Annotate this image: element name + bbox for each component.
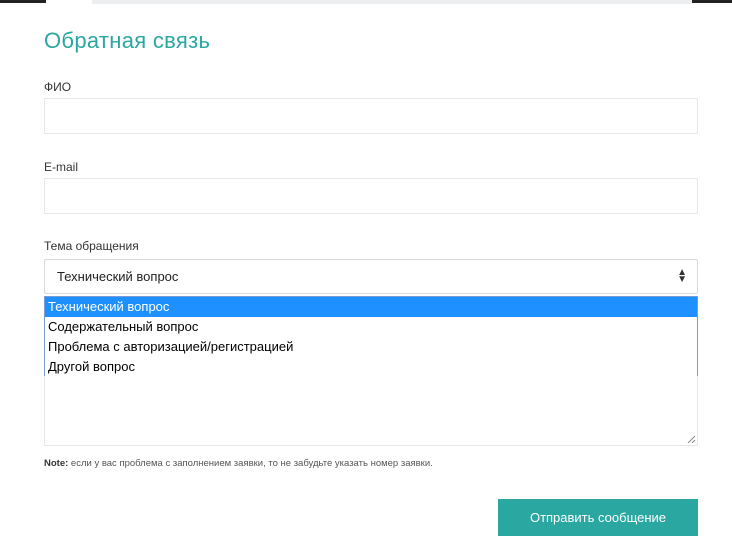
topic-dropdown-list: Технический вопрос Содержательный вопрос…: [44, 296, 698, 377]
topic-label: Тема обращения: [44, 239, 139, 253]
page-title: Обратная связь: [44, 28, 211, 53]
top-edge-line-left: [0, 0, 46, 3]
email-field[interactable]: [44, 178, 698, 214]
top-edge-line-right: [692, 0, 732, 3]
top-edge-bar: [92, 0, 692, 4]
form-note: Note: если у вас проблема с заполнением …: [44, 458, 433, 469]
top-edge-tab: [46, 0, 92, 4]
topic-option[interactable]: Проблема с авторизацией/регистрацией: [45, 337, 697, 357]
topic-option[interactable]: Другой вопрос: [45, 357, 697, 377]
message-field[interactable]: [44, 376, 698, 446]
fio-label: ФИО: [44, 80, 72, 94]
submit-button[interactable]: Отправить сообщение: [498, 499, 698, 536]
note-text: если у вас проблема с заполнением заявки…: [68, 458, 433, 469]
email-label: E-mail: [44, 160, 79, 174]
select-arrows-icon: ▲ ▼: [677, 267, 687, 285]
topic-option[interactable]: Содержательный вопрос: [45, 317, 697, 337]
resize-handle-icon[interactable]: [687, 435, 695, 443]
topic-option[interactable]: Технический вопрос: [45, 297, 697, 317]
fio-field[interactable]: [44, 98, 698, 134]
note-prefix: Note:: [44, 458, 69, 469]
topic-select-value: Технический вопрос: [57, 269, 179, 284]
topic-select[interactable]: Технический вопрос ▲ ▼: [44, 259, 698, 294]
